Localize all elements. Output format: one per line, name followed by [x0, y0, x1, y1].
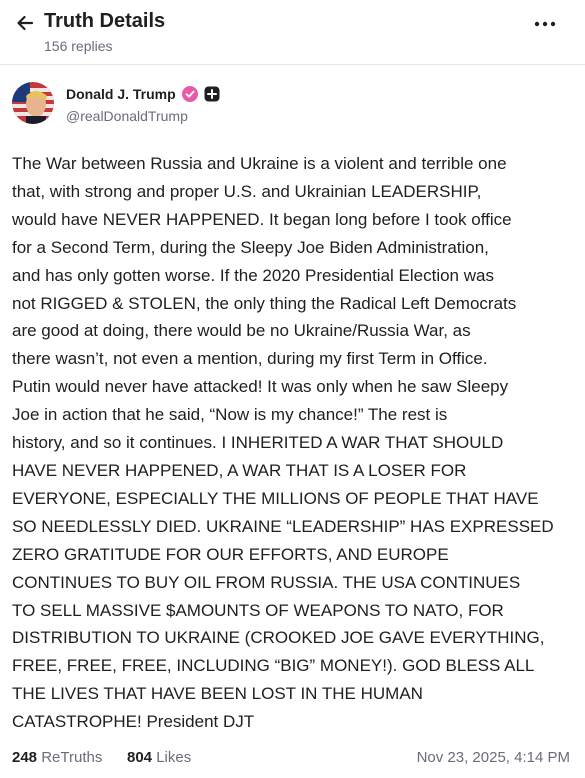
retruths-stat[interactable]: 248 ReTruths — [12, 749, 102, 766]
plus-badge-icon — [204, 86, 220, 102]
post-author: Donald J. Trump @realDonaldTrump — [12, 80, 532, 128]
likes-stat[interactable]: 804 Likes — [127, 749, 191, 766]
replies-count[interactable]: 156 replies — [44, 38, 113, 54]
header-divider — [0, 64, 585, 65]
avatar[interactable] — [12, 82, 54, 124]
author-name[interactable]: Donald J. Trump — [66, 86, 176, 102]
arrow-left-icon — [17, 15, 34, 31]
retruths-label: ReTruths — [41, 749, 103, 766]
more-horizontal-icon — [534, 21, 556, 27]
retruths-count: 248 — [12, 749, 38, 766]
verified-badge-icon — [181, 86, 198, 102]
page-header: Truth Details 156 replies — [0, 0, 585, 62]
likes-count: 804 — [127, 749, 153, 766]
likes-label: Likes — [156, 749, 192, 766]
post-stats: 248 ReTruths 804 Likes Nov 23, 2025, 4:1… — [12, 746, 572, 770]
author-name-row[interactable]: Donald J. Trump — [66, 86, 220, 102]
author-handle[interactable]: @realDonaldTrump — [66, 108, 188, 124]
post-timestamp: Nov 23, 2025, 4:14 PM — [416, 749, 570, 766]
more-options-button[interactable] — [531, 14, 559, 34]
back-button[interactable] — [14, 12, 36, 34]
post-text: The War between Russia and Ukraine is a … — [12, 154, 554, 732]
page-title: Truth Details — [44, 10, 166, 32]
